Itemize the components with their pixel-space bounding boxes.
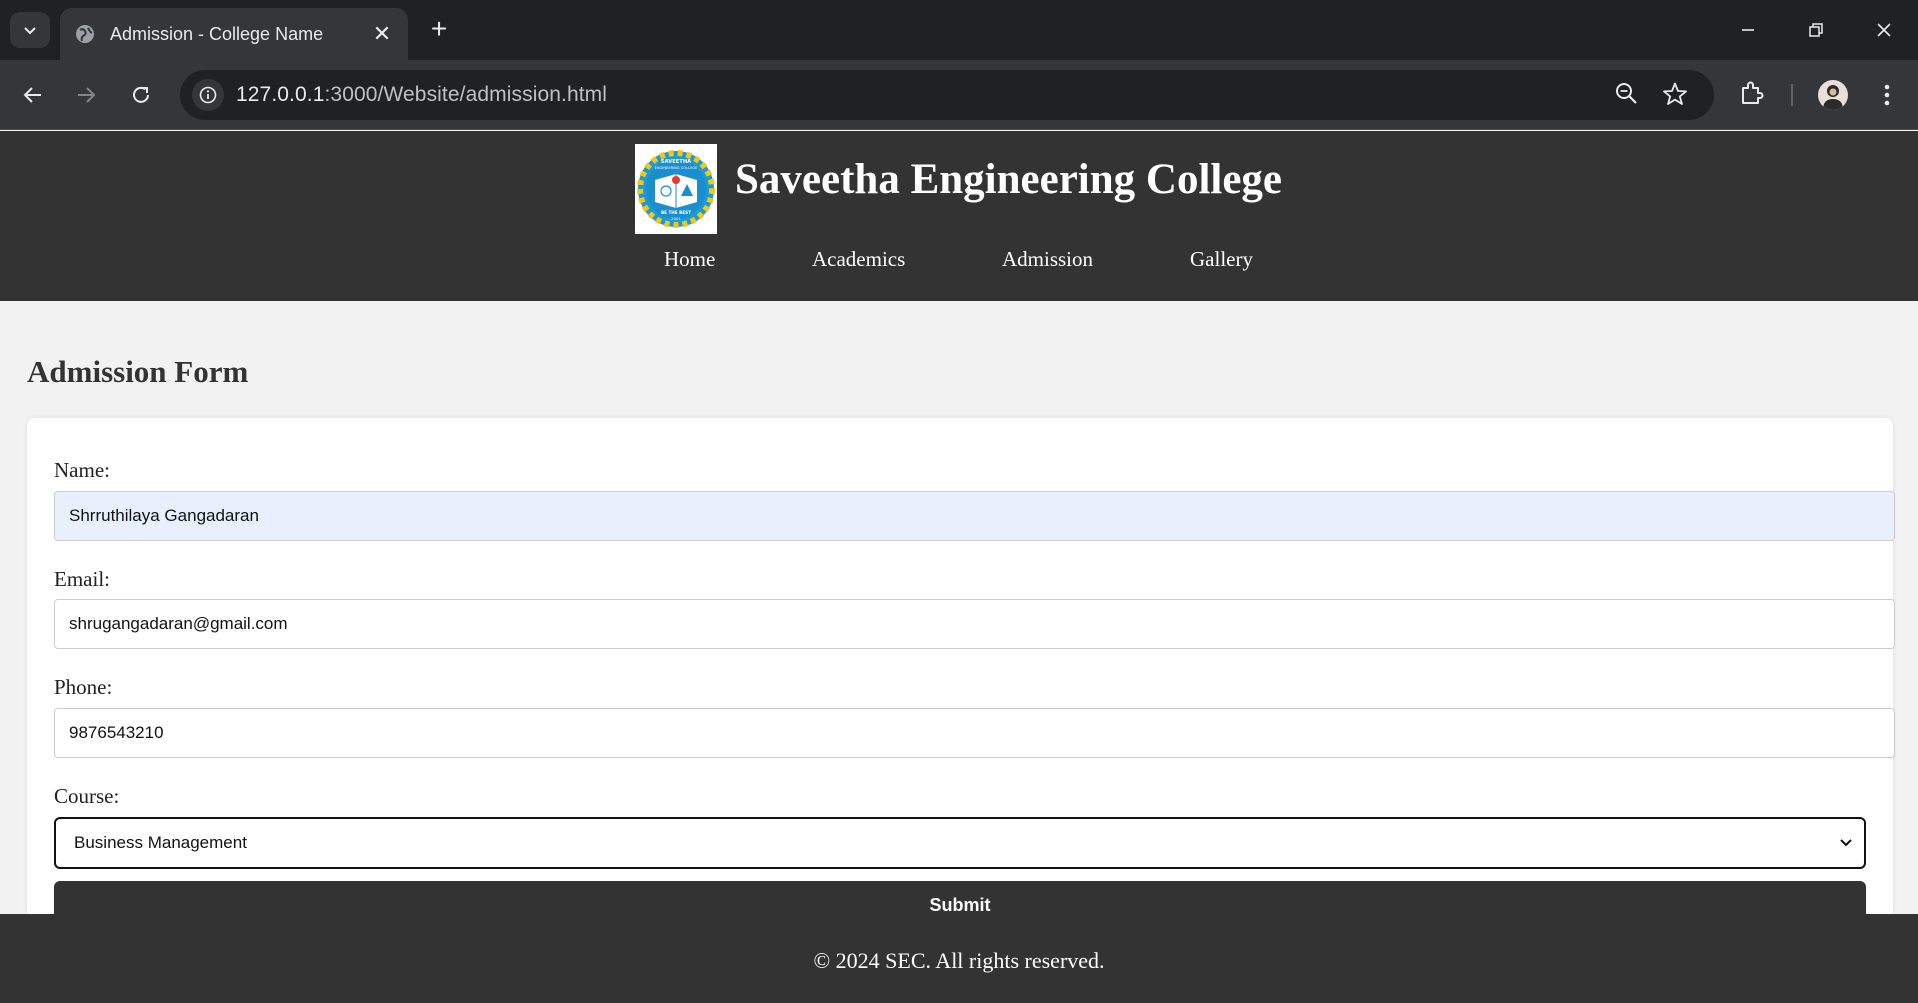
reload-icon[interactable] bbox=[123, 77, 159, 113]
url-host: 127.0.0.1 bbox=[236, 83, 325, 106]
nav-link-admission[interactable]: Admission bbox=[1002, 247, 1093, 272]
extensions-icon[interactable] bbox=[1738, 79, 1766, 112]
course-label: Course: bbox=[54, 784, 120, 808]
url-path: :3000/Website/admission.html bbox=[324, 83, 608, 106]
forward-icon[interactable] bbox=[68, 77, 104, 113]
course-selected-value: Business Management bbox=[74, 833, 247, 852]
browser-tab-strip: Admission - College Name ✕ + bbox=[0, 0, 1918, 60]
browser-toolbar: 127.0.0.1:3000/Website/admission.html bbox=[0, 60, 1918, 130]
tab-title: Admission - College Name bbox=[110, 23, 324, 44]
site-info-icon[interactable] bbox=[192, 79, 224, 111]
email-label: Email: bbox=[54, 567, 110, 591]
address-bar[interactable]: 127.0.0.1:3000/Website/admission.html bbox=[180, 70, 1714, 120]
site-header: SAVEETHA ENGINEERING COLLEGE BE THE BEST… bbox=[0, 131, 1918, 301]
window-close-icon[interactable] bbox=[1858, 8, 1910, 52]
back-icon[interactable] bbox=[15, 77, 51, 113]
nav-link-home[interactable]: Home bbox=[664, 247, 715, 272]
logo-text-sub: ENGINEERING COLLEGE bbox=[655, 166, 699, 170]
name-label: Name: bbox=[54, 458, 110, 482]
logo-motto: BE THE BEST bbox=[661, 210, 691, 215]
main-nav: Home Academics Admission Gallery bbox=[0, 247, 1918, 277]
page-title: Admission Form bbox=[27, 354, 249, 389]
nav-link-gallery[interactable]: Gallery bbox=[1190, 247, 1253, 272]
course-select[interactable]: Business Management bbox=[54, 817, 1866, 869]
new-tab-icon[interactable]: + bbox=[424, 14, 454, 44]
site-footer: © 2024 SEC. All rights reserved. bbox=[0, 914, 1918, 1003]
zoom-icon[interactable] bbox=[1614, 81, 1640, 112]
profile-avatar[interactable] bbox=[1818, 80, 1848, 110]
menu-kebab-icon[interactable] bbox=[1872, 80, 1902, 110]
logo-year: 2001 bbox=[671, 216, 681, 221]
logo-text-top: SAVEETHA bbox=[661, 159, 691, 165]
globe-icon bbox=[76, 25, 94, 43]
site-title: Saveetha Engineering College bbox=[735, 156, 1283, 203]
nav-link-academics[interactable]: Academics bbox=[812, 247, 905, 272]
url-text[interactable]: 127.0.0.1:3000/Website/admission.html bbox=[236, 83, 607, 107]
tab-search-icon[interactable] bbox=[10, 12, 50, 48]
email-input[interactable]: shrugangadaran@gmail.com bbox=[54, 599, 1895, 649]
restore-icon[interactable] bbox=[1790, 8, 1842, 52]
browser-tab[interactable]: Admission - College Name ✕ bbox=[60, 8, 408, 60]
phone-label: Phone: bbox=[54, 675, 113, 699]
toolbar-separator bbox=[1791, 84, 1793, 106]
college-logo: SAVEETHA ENGINEERING COLLEGE BE THE BEST… bbox=[635, 144, 717, 234]
close-icon[interactable]: ✕ bbox=[370, 21, 394, 47]
phone-input[interactable]: 9876543210 bbox=[54, 708, 1895, 758]
footer-copyright: © 2024 SEC. All rights reserved. bbox=[813, 948, 1105, 973]
minimize-icon[interactable] bbox=[1722, 8, 1774, 52]
chevron-down-icon bbox=[1836, 819, 1856, 867]
name-input[interactable]: Shrruthilaya Gangadaran bbox=[54, 491, 1895, 541]
bookmark-star-icon[interactable] bbox=[1662, 81, 1688, 112]
